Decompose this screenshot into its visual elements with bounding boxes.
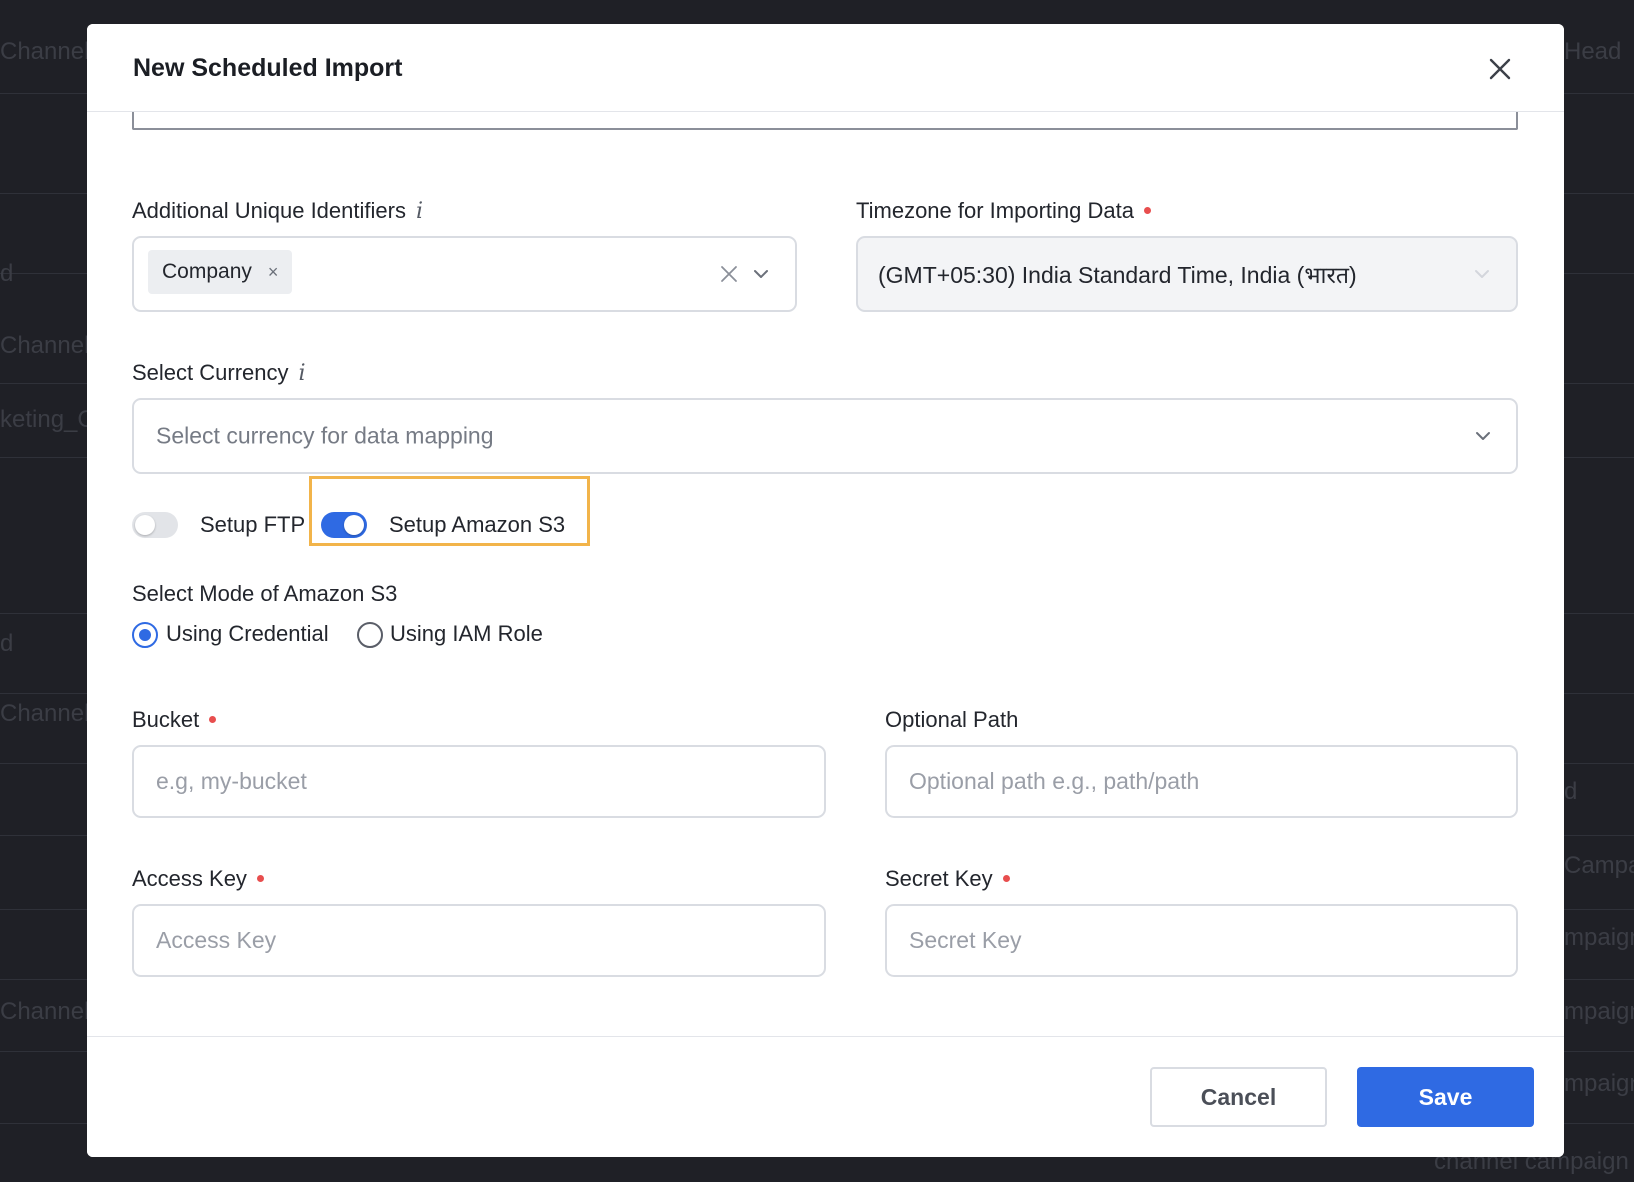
table-cell: d	[0, 260, 14, 287]
save-button[interactable]: Save	[1357, 1067, 1534, 1127]
table-cell: mpaign	[1564, 924, 1634, 951]
secret-key-input[interactable]	[909, 906, 1494, 975]
table-cell: Campa	[1564, 852, 1634, 879]
required-indicator	[1002, 874, 1010, 882]
access-key-input[interactable]	[156, 906, 802, 975]
table-cell: mpaign	[1564, 1070, 1634, 1097]
table-cell: mpaign	[1564, 998, 1634, 1025]
setup-s3-label: Setup Amazon S3	[389, 512, 566, 537]
secret-key-label: Secret Key	[885, 866, 1010, 892]
unique-identifiers-select[interactable]: Company ×	[132, 236, 797, 312]
secret-key-label-text: Secret Key	[885, 866, 993, 891]
clear-selection-button[interactable]	[719, 264, 739, 284]
required-indicator	[209, 715, 217, 723]
clear-icon	[721, 266, 737, 282]
optional-path-label: Optional Path	[885, 707, 1019, 732]
timezone-label: Timezone for Importing Data	[856, 198, 1151, 224]
table-cell: Head	[1564, 38, 1622, 65]
table-cell: Channel	[0, 332, 90, 359]
required-indicator	[1143, 206, 1151, 214]
modal-header: New Scheduled Import	[87, 24, 1564, 112]
table-cell: d	[1564, 778, 1578, 805]
optional-path-input[interactable]	[909, 747, 1494, 816]
setup-ftp-toggle[interactable]	[132, 512, 178, 538]
chevron-down-icon[interactable]	[1473, 265, 1491, 283]
bucket-field[interactable]	[132, 745, 826, 818]
cancel-button[interactable]: Cancel	[1150, 1067, 1327, 1127]
scheduled-import-modal: New Scheduled Import Additional Unique I…	[87, 24, 1564, 1157]
info-icon[interactable]: i	[299, 361, 306, 386]
chip-remove-icon[interactable]: ×	[268, 263, 279, 281]
access-key-label: Access Key	[132, 866, 264, 892]
close-icon	[1489, 58, 1511, 80]
currency-label-text: Select Currency	[132, 360, 289, 385]
secret-key-field[interactable]	[885, 904, 1518, 977]
access-key-field[interactable]	[132, 904, 826, 977]
unique-identifiers-label: Additional Unique Identifiers i	[132, 198, 423, 224]
radio-using-iam-role[interactable]	[357, 622, 383, 648]
currency-placeholder: Select currency for data mapping	[156, 422, 494, 449]
using-iam-role-label[interactable]: Using IAM Role	[390, 621, 543, 647]
bucket-label-text: Bucket	[132, 707, 200, 732]
timezone-value: (GMT+05:30) India Standard Time, India (…	[878, 262, 1357, 288]
setup-s3-toggle[interactable]	[321, 512, 367, 538]
close-button[interactable]	[1477, 46, 1523, 92]
chevron-down-icon[interactable]	[1474, 427, 1492, 445]
access-key-label-text: Access Key	[132, 866, 247, 891]
table-cell: Channel	[0, 38, 90, 65]
toggle-knob	[344, 515, 364, 535]
using-credential-label[interactable]: Using Credential	[166, 621, 329, 647]
chevron-down-icon[interactable]	[752, 265, 770, 283]
optional-path-field[interactable]	[885, 745, 1518, 818]
required-indicator	[256, 874, 264, 882]
timezone-select[interactable]: (GMT+05:30) India Standard Time, India (…	[856, 236, 1518, 312]
bucket-label: Bucket	[132, 707, 217, 733]
bucket-input[interactable]	[156, 747, 802, 816]
chip-label: Company	[162, 260, 252, 283]
table-cell: Channel	[0, 998, 90, 1025]
identifier-chip: Company ×	[148, 250, 293, 294]
toggle-knob	[135, 515, 155, 535]
radio-using-credential[interactable]	[132, 622, 158, 648]
timezone-label-text: Timezone for Importing Data	[856, 198, 1134, 223]
setup-ftp-label: Setup FTP	[200, 512, 306, 537]
unique-identifiers-label-text: Additional Unique Identifiers	[132, 198, 406, 223]
currency-select[interactable]: Select currency for data mapping	[132, 398, 1518, 474]
currency-label: Select Currency i	[132, 360, 306, 386]
modal-footer: Cancel Save	[87, 1036, 1564, 1157]
table-cell: d	[0, 630, 14, 657]
table-cell: keting_C	[0, 406, 95, 433]
table-cell: Channel	[0, 700, 90, 727]
info-icon[interactable]: i	[416, 199, 423, 224]
s3-mode-label: Select Mode of Amazon S3	[132, 581, 398, 606]
modal-title: New Scheduled Import	[133, 54, 403, 82]
